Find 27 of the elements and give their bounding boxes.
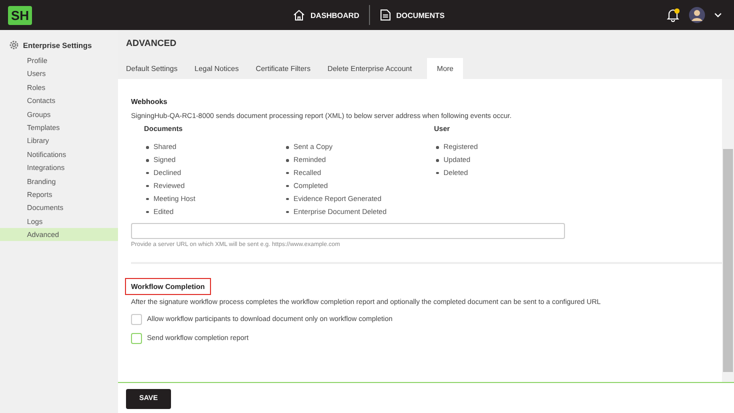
home-icon [293,9,306,21]
bullet-icon [286,198,288,200]
bullet-icon [286,210,288,214]
document-icon [380,9,392,21]
page-title: ADVANCED [126,37,178,50]
bell-icon[interactable] [666,8,680,22]
bullet-icon [146,146,148,149]
avatar-icon[interactable] [689,7,705,23]
bullet-icon [436,146,438,149]
bullet-icon [436,172,438,174]
url-input-field[interactable] [131,223,565,240]
bullet-icon [146,198,148,200]
bullet-icon [436,159,438,162]
bullet-icon [146,159,148,162]
checkbox[interactable] [131,333,142,344]
checkbox[interactable] [131,314,142,326]
scrollbar[interactable] [722,79,734,382]
bullet-icon [146,184,148,188]
bullet-icon [286,184,288,188]
logo[interactable]: SH [8,6,32,24]
bullet-icon [146,210,148,214]
bullet-icon [286,172,288,174]
bullet-icon [146,172,148,174]
bullet-icon [286,159,288,162]
gear-icon [9,40,19,50]
caret-icon[interactable] [714,12,722,18]
bullet-icon [286,146,288,149]
